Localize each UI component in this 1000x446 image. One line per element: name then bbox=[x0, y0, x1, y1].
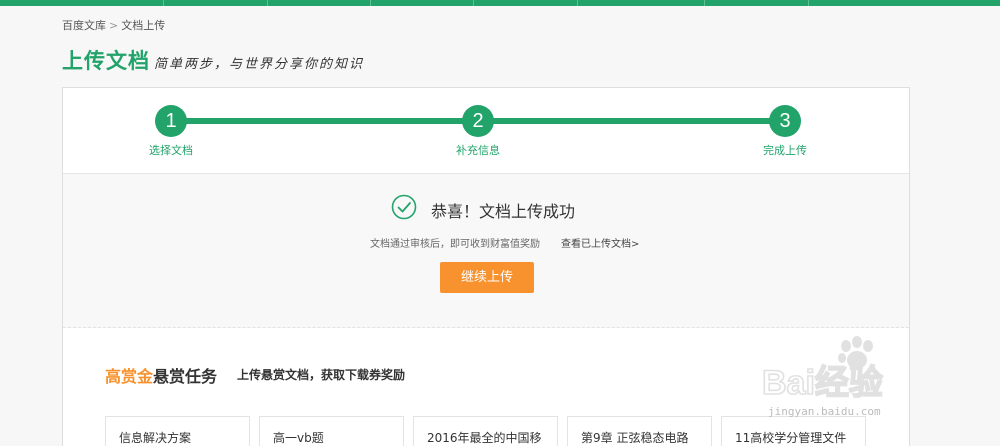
bounty-title-highlight: 高赏金 bbox=[105, 367, 154, 386]
breadcrumb-separator: > bbox=[109, 19, 119, 32]
breadcrumb-current: 文档上传 bbox=[121, 19, 166, 32]
bounty-subtitle: 上传悬赏文档，获取下载券奖励 bbox=[237, 368, 406, 382]
bounty-card[interactable]: 第9章 正弦稳态电路 bbox=[567, 416, 712, 446]
step-1-label: 选择文档 bbox=[149, 144, 193, 157]
continue-upload-button[interactable]: 继续上传 bbox=[440, 262, 534, 293]
nav-divider bbox=[370, 0, 371, 6]
bounty-title: 高赏金悬赏任务 bbox=[105, 363, 217, 387]
breadcrumb-home[interactable]: 百度文库 bbox=[62, 19, 106, 32]
bounty-card[interactable]: 高一vb题 bbox=[259, 416, 404, 446]
nav-divider bbox=[808, 0, 809, 6]
watermark-url: jingyan.baidu.com bbox=[768, 405, 881, 418]
watermark-brand: Bai经验 bbox=[762, 363, 883, 402]
step-1-circle: 1 bbox=[155, 105, 187, 137]
step-3-label: 完成上传 bbox=[763, 144, 807, 157]
bounty-card[interactable]: 信息解决方案 bbox=[105, 416, 250, 446]
nav-divider bbox=[577, 0, 578, 6]
nav-divider bbox=[267, 0, 268, 6]
breadcrumb: 百度文库 > 文档上传 bbox=[62, 17, 165, 33]
step-2-label: 补充信息 bbox=[456, 144, 500, 157]
view-uploaded-docs-link[interactable]: 查看已上传文档> bbox=[561, 235, 639, 250]
step-3-circle: 3 bbox=[769, 105, 801, 137]
page-title: 上传文档 bbox=[62, 49, 150, 73]
top-nav-bar bbox=[0, 0, 1000, 6]
reward-note: 文档通过审核后，即可收到财富值奖励 bbox=[370, 239, 540, 250]
success-message: 恭喜！文档上传成功 bbox=[431, 202, 576, 221]
step-progress: 1 2 3 选择文档 补充信息 完成上传 bbox=[63, 88, 909, 174]
step-2-circle: 2 bbox=[462, 105, 494, 137]
upload-success-section: 恭喜！文档上传成功 文档通过审核后，即可收到财富值奖励 查看已上传文档> 继续上… bbox=[63, 174, 909, 328]
check-circle-icon bbox=[391, 194, 417, 220]
nav-divider bbox=[163, 0, 164, 6]
bounty-title-rest: 悬赏任务 bbox=[153, 367, 218, 386]
nav-divider bbox=[704, 0, 705, 6]
page-tagline: 简单两步，与世界分享你的知识 bbox=[154, 57, 365, 72]
nav-divider bbox=[473, 0, 474, 6]
bounty-card[interactable]: 2016年最全的中国移 bbox=[413, 416, 558, 446]
